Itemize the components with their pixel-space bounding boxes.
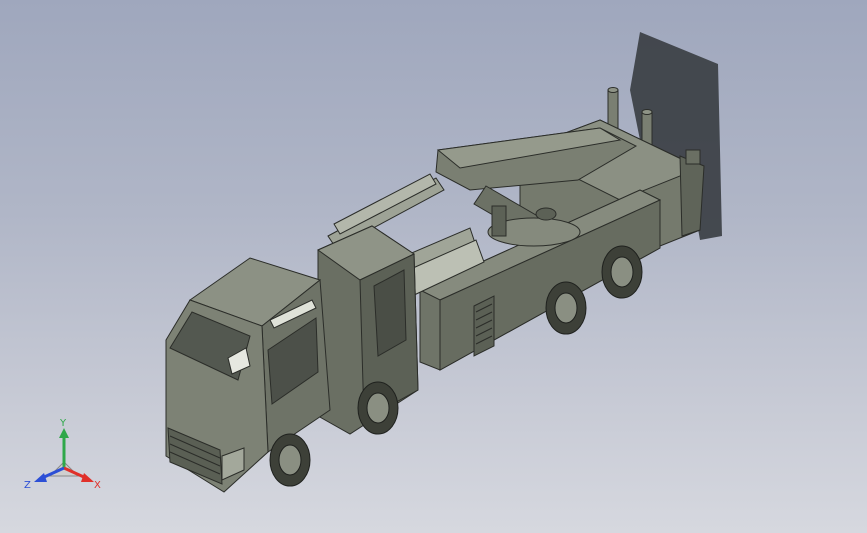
graphics-viewport[interactable]: Y X Z xyxy=(0,0,867,533)
y-axis-label: Y xyxy=(59,418,67,429)
z-axis-arrow xyxy=(34,473,47,482)
axis-triad: Y X Z xyxy=(24,418,101,491)
front-rear-axle-wheels xyxy=(357,381,399,435)
front-wheel xyxy=(269,433,311,487)
x-axis-label: X xyxy=(94,480,101,491)
y-axis-arrow xyxy=(59,428,69,438)
z-axis-label: Z xyxy=(24,480,31,491)
x-axis-arrow xyxy=(81,473,94,482)
tow-truck-3d-model[interactable] xyxy=(0,0,867,533)
